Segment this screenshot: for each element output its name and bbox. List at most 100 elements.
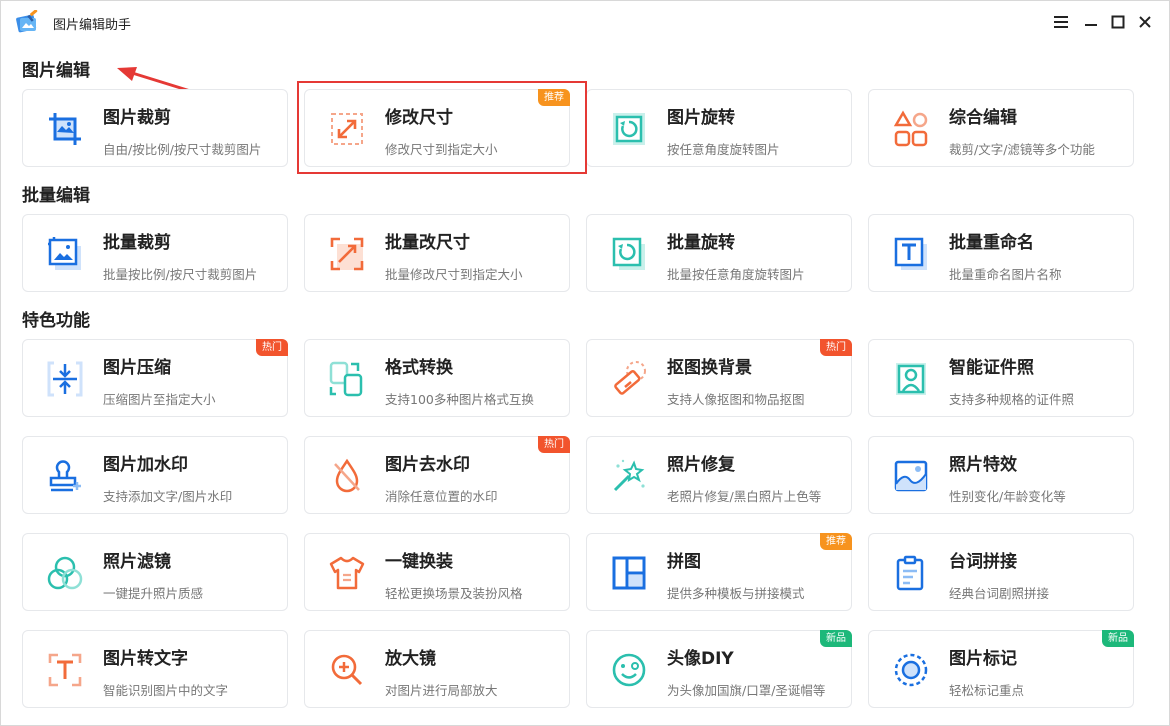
rename-icon	[891, 234, 931, 274]
card-title: 头像DIY	[667, 649, 734, 669]
card-convert[interactable]: 格式转换 支持100多种图片格式互换	[304, 339, 570, 417]
card-filter[interactable]: 照片滤镜 一键提升照片质感	[22, 533, 288, 611]
compress-icon	[45, 359, 85, 399]
clipboard-icon	[891, 553, 931, 593]
card-title: 格式转换	[385, 358, 453, 378]
card-crop[interactable]: 图片裁剪 自由/按比例/按尺寸裁剪图片	[22, 89, 288, 167]
card-title: 图片压缩	[103, 358, 171, 378]
card-title: 批量改尺寸	[385, 233, 470, 253]
card-desc: 轻松标记重点	[949, 683, 1025, 698]
hot-badge: 热门	[820, 339, 852, 356]
card-batch-rename[interactable]: 批量重命名 批量重命名图片名称	[868, 214, 1134, 292]
card-desc: 裁剪/文字/滤镜等多个功能	[949, 142, 1095, 157]
card-desc: 老照片修复/黑白照片上色等	[667, 489, 822, 504]
card-ocr[interactable]: 图片转文字 智能识别图片中的文字	[22, 630, 288, 708]
card-batch-rotate[interactable]: 批量旋转 批量按任意角度旋转图片	[586, 214, 852, 292]
card-title: 台词拼接	[949, 552, 1017, 572]
card-cutout[interactable]: 抠图换背景 支持人像抠图和物品抠图 热门	[586, 339, 852, 417]
recommend-badge: 推荐	[820, 533, 852, 550]
crop-icon	[45, 109, 85, 149]
card-desc: 支持多种规格的证件照	[949, 392, 1075, 407]
maximize-icon	[1111, 15, 1125, 29]
card-desc: 支持人像抠图和物品抠图	[667, 392, 805, 407]
card-title: 综合编辑	[949, 108, 1017, 128]
card-compress[interactable]: 图片压缩 压缩图片至指定大小 热门	[22, 339, 288, 417]
card-batch-resize[interactable]: 批量改尺寸 批量修改尺寸到指定大小	[304, 214, 570, 292]
convert-icon	[327, 359, 367, 399]
close-button[interactable]	[1135, 12, 1155, 32]
card-title: 图片旋转	[667, 108, 735, 128]
card-title: 一键换装	[385, 552, 453, 572]
card-magnifier[interactable]: 放大镜 对图片进行局部放大	[304, 630, 570, 708]
landscape-icon	[891, 456, 931, 496]
menu-icon	[1054, 16, 1068, 28]
card-outfit[interactable]: 一键换装 轻松更换场景及装扮风格	[304, 533, 570, 611]
card-desc: 批量按比例/按尺寸裁剪图片	[103, 267, 258, 282]
card-title: 图片加水印	[103, 455, 188, 475]
hot-badge: 热门	[256, 339, 288, 356]
section-title-features: 特色功能	[22, 311, 90, 331]
card-title: 智能证件照	[949, 358, 1034, 378]
card-effects[interactable]: 照片特效 性别变化/年龄变化等	[868, 436, 1134, 514]
title-bar: 图片编辑助手	[1, 1, 1169, 43]
section-title-edit: 图片编辑	[22, 61, 90, 81]
filter-circles-icon	[45, 553, 85, 593]
batch-crop-icon	[45, 234, 85, 274]
card-title: 照片修复	[667, 455, 735, 475]
card-title: 照片滤镜	[103, 552, 171, 572]
annotation-highlight-box	[297, 81, 587, 174]
window-title: 图片编辑助手	[53, 18, 132, 33]
card-desc: 自由/按比例/按尺寸裁剪图片	[103, 142, 262, 157]
card-desc: 提供多种模板与拼接模式	[667, 586, 805, 601]
text-scan-icon	[45, 650, 85, 690]
card-desc: 支持添加文字/图片水印	[103, 489, 233, 504]
card-title: 批量旋转	[667, 233, 735, 253]
maximize-button[interactable]	[1108, 12, 1128, 32]
card-title: 批量裁剪	[103, 233, 171, 253]
card-title: 批量重命名	[949, 233, 1034, 253]
card-desc: 智能识别图片中的文字	[103, 683, 229, 698]
card-desc: 对图片进行局部放大	[385, 683, 498, 698]
id-photo-icon	[891, 359, 931, 399]
card-id-photo[interactable]: 智能证件照 支持多种规格的证件照	[868, 339, 1134, 417]
shirt-icon	[327, 553, 367, 593]
minimize-button[interactable]	[1081, 12, 1101, 32]
card-title: 拼图	[667, 552, 701, 572]
card-watermark-remove[interactable]: 图片去水印 消除任意位置的水印 热门	[304, 436, 570, 514]
stamp-icon	[45, 456, 85, 496]
card-desc: 批量重命名图片名称	[949, 267, 1062, 282]
card-desc: 批量按任意角度旋转图片	[667, 267, 805, 282]
magic-wand-icon	[609, 456, 649, 496]
batch-resize-icon	[327, 234, 367, 274]
app-logo-icon	[16, 10, 38, 33]
shapes-icon	[891, 109, 931, 149]
card-rotate[interactable]: 图片旋转 按任意角度旋转图片	[586, 89, 852, 167]
card-mark[interactable]: 图片标记 轻松标记重点 新品	[868, 630, 1134, 708]
card-combo[interactable]: 综合编辑 裁剪/文字/滤镜等多个功能	[868, 89, 1134, 167]
card-title: 抠图换背景	[667, 358, 752, 378]
menu-button[interactable]	[1051, 12, 1071, 32]
card-desc: 轻松更换场景及装扮风格	[385, 586, 523, 601]
card-desc: 一键提升照片质感	[103, 586, 204, 601]
card-title: 照片特效	[949, 455, 1017, 475]
zoom-in-icon	[327, 650, 367, 690]
card-repair[interactable]: 照片修复 老照片修复/黑白照片上色等	[586, 436, 852, 514]
card-desc: 经典台词剧照拼接	[949, 586, 1050, 601]
collage-icon	[609, 553, 649, 593]
card-lines[interactable]: 台词拼接 经典台词剧照拼接	[868, 533, 1134, 611]
card-watermark-add[interactable]: 图片加水印 支持添加文字/图片水印	[22, 436, 288, 514]
batch-rotate-icon	[609, 234, 649, 274]
card-batch-crop[interactable]: 批量裁剪 批量按比例/按尺寸裁剪图片	[22, 214, 288, 292]
target-icon	[891, 650, 931, 690]
section-title-batch: 批量编辑	[22, 186, 90, 206]
rotate-icon	[609, 109, 649, 149]
card-desc: 支持100多种图片格式互换	[385, 392, 534, 407]
card-desc: 批量修改尺寸到指定大小	[385, 267, 523, 282]
card-title: 图片裁剪	[103, 108, 171, 128]
card-title: 图片标记	[949, 649, 1017, 669]
eraser-icon	[609, 359, 649, 399]
card-collage[interactable]: 拼图 提供多种模板与拼接模式 推荐	[586, 533, 852, 611]
card-desc: 性别变化/年龄变化等	[949, 489, 1066, 504]
card-avatar[interactable]: 头像DIY 为头像加国旗/口罩/圣诞帽等 新品	[586, 630, 852, 708]
drop-off-icon	[327, 456, 367, 496]
